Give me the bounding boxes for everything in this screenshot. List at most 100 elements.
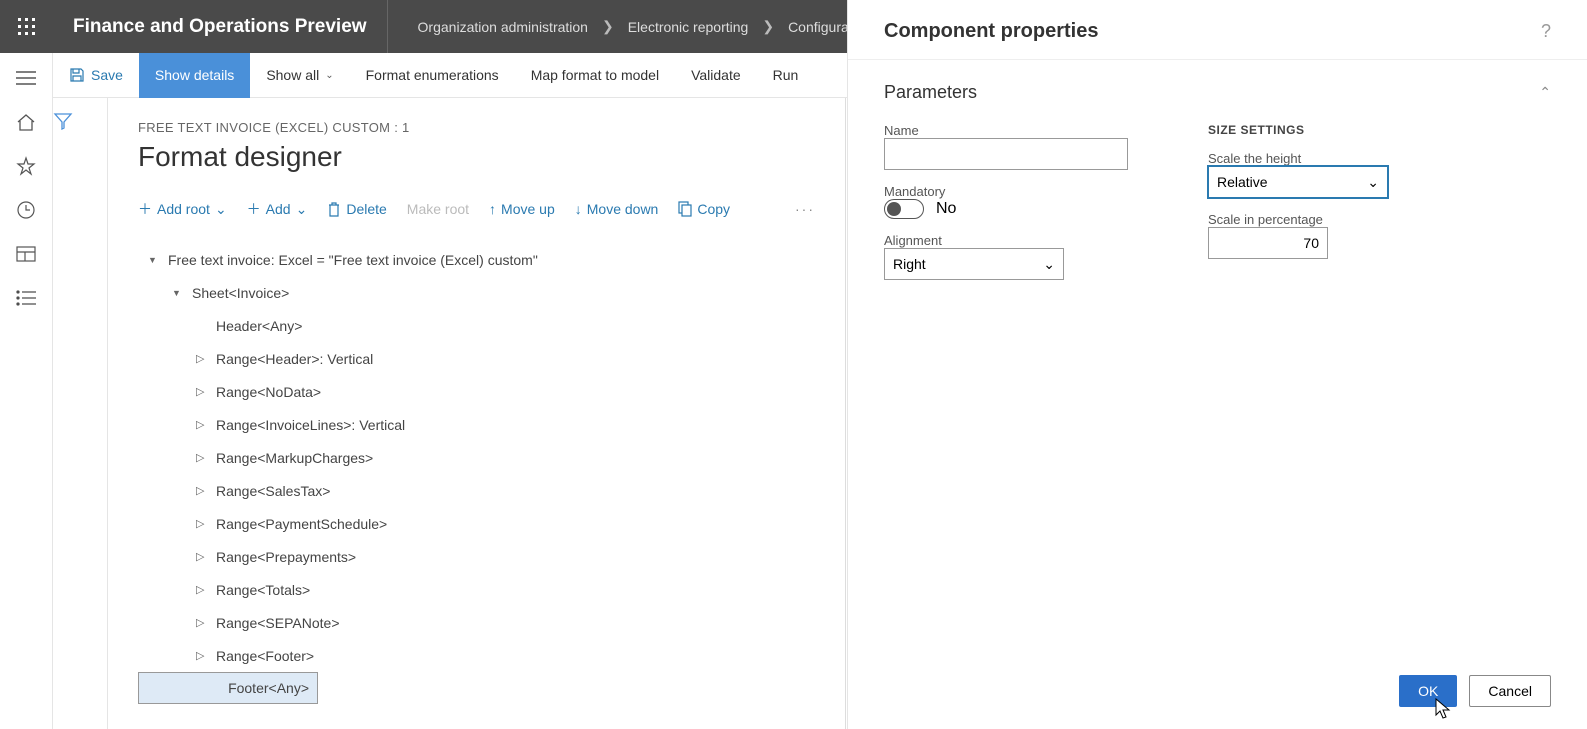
tree-label: Range<Totals> — [216, 582, 310, 598]
ok-button[interactable]: OK — [1399, 675, 1457, 707]
add-root-button[interactable]: ＋Add root⌄ — [138, 199, 227, 219]
alignment-value: Right — [893, 256, 926, 272]
alignment-label: Alignment — [884, 233, 1128, 248]
breadcrumb: Organization administration ❯ Electronic… — [388, 18, 879, 35]
tree-label: Sheet<Invoice> — [192, 285, 289, 301]
tree-row[interactable]: Range<NoData> — [138, 375, 815, 408]
collapse-icon[interactable]: ⌃ — [1539, 84, 1551, 101]
caret-down-icon[interactable] — [148, 254, 162, 266]
page-crumb: FREE TEXT INVOICE (EXCEL) CUSTOM : 1 — [138, 120, 815, 135]
tree-row[interactable]: Free text invoice: Excel = "Free text in… — [138, 243, 815, 276]
save-button[interactable]: Save — [53, 53, 139, 98]
cancel-button[interactable]: Cancel — [1469, 675, 1551, 707]
chevron-down-icon: ⌄ — [215, 201, 227, 218]
show-all-button[interactable]: Show all ⌄ — [250, 53, 349, 98]
scale-height-label: Scale the height — [1208, 151, 1388, 166]
help-icon[interactable]: ? — [1541, 21, 1551, 42]
workspace-icon[interactable] — [15, 243, 37, 265]
tree-row[interactable]: Range<SEPANote> — [138, 606, 815, 639]
delete-label: Delete — [346, 201, 386, 217]
caret-right-icon[interactable] — [196, 583, 210, 596]
add-label: Add — [266, 201, 291, 217]
validate-button[interactable]: Validate — [675, 53, 757, 98]
tree-label: Range<MarkupCharges> — [216, 450, 373, 466]
copy-button[interactable]: Copy — [678, 201, 730, 217]
add-root-label: Add root — [157, 201, 210, 217]
recent-icon[interactable] — [15, 199, 37, 221]
tree-row[interactable]: Header<Any> — [138, 309, 815, 342]
menu-icon[interactable] — [15, 67, 37, 89]
tree-row[interactable]: Range<Footer> — [138, 639, 815, 672]
caret-right-icon[interactable] — [196, 517, 210, 530]
breadcrumb-item[interactable]: Organization administration — [418, 19, 588, 35]
tree-label: Range<SEPANote> — [216, 615, 340, 631]
more-button[interactable]: ··· — [795, 201, 815, 217]
move-down-button[interactable]: ↓Move down — [575, 201, 659, 217]
caret-down-icon[interactable] — [172, 287, 186, 299]
map-format-button[interactable]: Map format to model — [515, 53, 675, 98]
tree-row[interactable]: Range<Header>: Vertical — [138, 342, 815, 375]
app-launcher[interactable] — [0, 0, 53, 53]
name-input[interactable] — [884, 138, 1128, 170]
show-all-label: Show all — [266, 67, 319, 83]
tree-row[interactable]: Range<MarkupCharges> — [138, 441, 815, 474]
tree-row[interactable]: Range<InvoiceLines>: Vertical — [138, 408, 815, 441]
caret-right-icon[interactable] — [196, 616, 210, 629]
panel-title: Component properties — [884, 20, 1098, 43]
move-down-label: Move down — [587, 201, 659, 217]
chevron-right-icon: ❯ — [762, 18, 774, 35]
caret-right-icon[interactable] — [196, 484, 210, 497]
tree-label: Range<InvoiceLines>: Vertical — [216, 417, 405, 433]
move-up-label: Move up — [501, 201, 555, 217]
make-root-button: Make root — [407, 201, 469, 217]
tree-row[interactable]: Range<Prepayments> — [138, 540, 815, 573]
run-button[interactable]: Run — [757, 53, 815, 98]
section-title: Parameters — [884, 82, 977, 103]
star-icon[interactable] — [15, 155, 37, 177]
chevron-down-icon: ⌄ — [1043, 256, 1055, 273]
home-icon[interactable] — [15, 111, 37, 133]
breadcrumb-item[interactable]: Electronic reporting — [628, 19, 749, 35]
tree-row[interactable]: Range<SalesTax> — [138, 474, 815, 507]
delete-button[interactable]: Delete — [327, 201, 386, 217]
caret-right-icon[interactable] — [196, 649, 210, 662]
mandatory-toggle[interactable] — [884, 199, 924, 219]
alignment-select[interactable]: Right ⌄ — [884, 248, 1064, 280]
chevron-down-icon: ⌄ — [1367, 174, 1379, 191]
caret-right-icon[interactable] — [196, 352, 210, 365]
tree-label: Range<SalesTax> — [216, 483, 330, 499]
tree-row[interactable]: Sheet<Invoice> — [138, 276, 815, 309]
caret-right-icon[interactable] — [196, 550, 210, 563]
scale-pct-label: Scale in percentage — [1208, 212, 1388, 227]
tree-label: Range<PaymentSchedule> — [216, 516, 387, 532]
chevron-down-icon: ⌄ — [325, 70, 333, 81]
tree-row[interactable]: Footer<Any> — [138, 672, 318, 704]
properties-panel: Component properties ? Parameters ⌃ Name… — [847, 0, 1587, 729]
tree-label: Free text invoice: Excel = "Free text in… — [168, 252, 538, 268]
app-title: Finance and Operations Preview — [53, 0, 388, 53]
scale-height-value: Relative — [1217, 174, 1268, 190]
format-tree: Free text invoice: Excel = "Free text in… — [138, 243, 815, 704]
scale-pct-input[interactable] — [1208, 227, 1328, 259]
tree-row[interactable]: Range<PaymentSchedule> — [138, 507, 815, 540]
caret-right-icon[interactable] — [196, 451, 210, 464]
tree-label: Range<Footer> — [216, 648, 314, 664]
page: FREE TEXT INVOICE (EXCEL) CUSTOM : 1 For… — [53, 98, 846, 729]
nav-rail — [0, 53, 53, 729]
list-icon[interactable] — [15, 287, 37, 309]
caret-right-icon[interactable] — [196, 385, 210, 398]
add-button[interactable]: ＋Add⌄ — [247, 199, 308, 219]
filter-pane[interactable] — [53, 98, 108, 729]
move-up-button[interactable]: ↑Move up — [489, 201, 555, 217]
copy-label: Copy — [697, 201, 730, 217]
tree-label: Range<NoData> — [216, 384, 321, 400]
format-enumerations-button[interactable]: Format enumerations — [350, 53, 515, 98]
caret-right-icon[interactable] — [196, 418, 210, 431]
scale-height-select[interactable]: Relative ⌄ — [1208, 166, 1388, 198]
tree-label: Range<Header>: Vertical — [216, 351, 373, 367]
tree-row[interactable]: Range<Totals> — [138, 573, 815, 606]
size-settings-heading: SIZE SETTINGS — [1208, 123, 1388, 137]
page-title: Format designer — [138, 141, 815, 173]
name-label: Name — [884, 123, 1128, 138]
show-details-button[interactable]: Show details — [139, 53, 250, 98]
